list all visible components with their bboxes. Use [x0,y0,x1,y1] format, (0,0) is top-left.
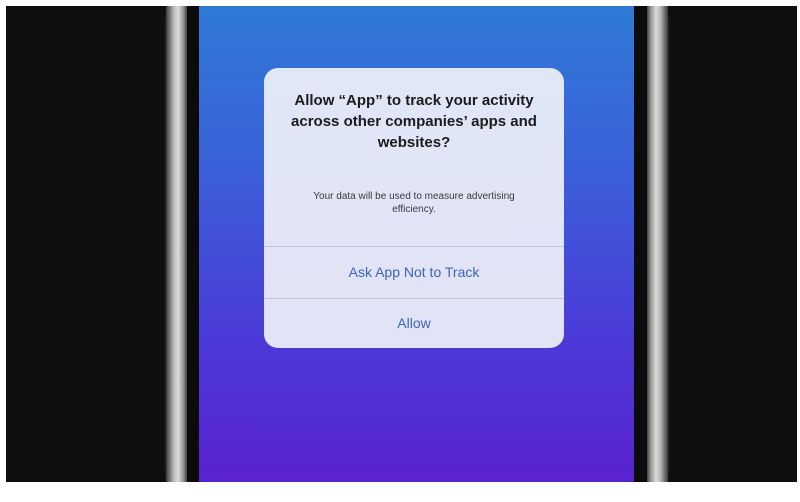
screenshot-frame: Allow “App” to track your activity acros… [0,0,800,502]
phone-bezel-right [634,6,647,482]
phone-bezel-left [187,6,199,482]
dialog-message: Your data will be used to measure advert… [313,191,515,215]
dialog-title: Allow “App” to track your activity acros… [291,92,537,151]
tracking-permission-dialog: Allow “App” to track your activity acros… [264,68,564,348]
phone-frame-right-edge [646,6,668,482]
ask-not-to-track-button[interactable]: Ask App Not to Track [264,247,564,298]
allow-button[interactable]: Allow [264,299,564,348]
phone-frame-left-edge [166,6,188,482]
dialog-body: Allow “App” to track your activity acros… [264,68,564,246]
